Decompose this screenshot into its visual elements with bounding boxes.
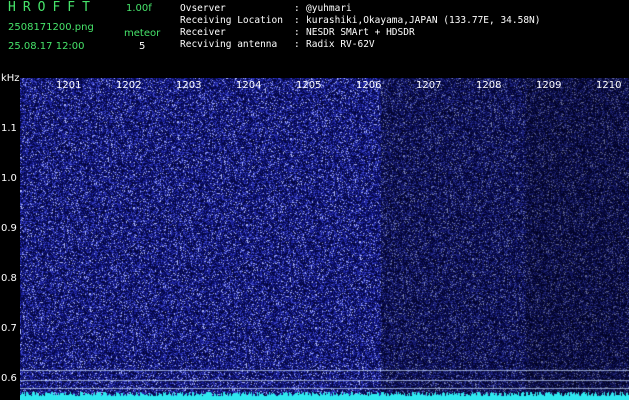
y-axis-unit: kHz (1, 73, 20, 84)
info-key-location: Receiving Location (180, 15, 283, 26)
app-logo: HROFFT (8, 0, 97, 15)
info-value-location: kurashiki,Okayama,JAPAN (133.77E, 34.58N… (306, 15, 541, 26)
info-key-antenna: Recviving antenna (180, 39, 278, 50)
y-tick-label: 0.6 (1, 373, 17, 384)
spectrogram-canvas (20, 78, 629, 400)
x-tick-label: 1210 (596, 80, 622, 91)
meteor-count: 5 (139, 41, 146, 52)
filename-label: 2508171200.png (8, 22, 94, 33)
y-tick-label: 0.8 (1, 273, 17, 284)
info-colon: : (294, 15, 300, 26)
x-tick-label: 1201 (56, 80, 82, 91)
info-value-observer: @yuhmari (306, 3, 352, 14)
x-tick-label: 1205 (296, 80, 322, 91)
version-label: 1.00f (126, 3, 152, 14)
info-colon: : (294, 27, 300, 38)
header-panel: HROFFT 1.00f 2508171200.png 25.08.17 12:… (0, 0, 629, 76)
datetime-label: 25.08.17 12:00 (8, 41, 85, 52)
y-tick-label: 0.7 (1, 323, 17, 334)
info-colon: : (294, 3, 300, 14)
y-tick-label: 1.1 (1, 123, 17, 134)
meteor-label: meteor (124, 28, 161, 39)
x-tick-label: 1209 (536, 80, 562, 91)
info-colon: : (294, 39, 300, 50)
y-tick-label: 0.9 (1, 223, 17, 234)
info-key-receiver: Receiver (180, 27, 226, 38)
info-value-receiver: NESDR SMArt + HDSDR (306, 27, 415, 38)
x-tick-label: 1202 (116, 80, 142, 91)
info-key-observer: Ovserver (180, 3, 226, 14)
x-tick-label: 1204 (236, 80, 262, 91)
y-tick-label: 1.0 (1, 173, 17, 184)
x-tick-label: 1206 (356, 80, 382, 91)
info-value-antenna: Radix RV-62V (306, 39, 375, 50)
x-tick-label: 1203 (176, 80, 202, 91)
x-tick-label: 1208 (476, 80, 502, 91)
spectrogram-panel (20, 78, 629, 400)
x-tick-label: 1207 (416, 80, 442, 91)
